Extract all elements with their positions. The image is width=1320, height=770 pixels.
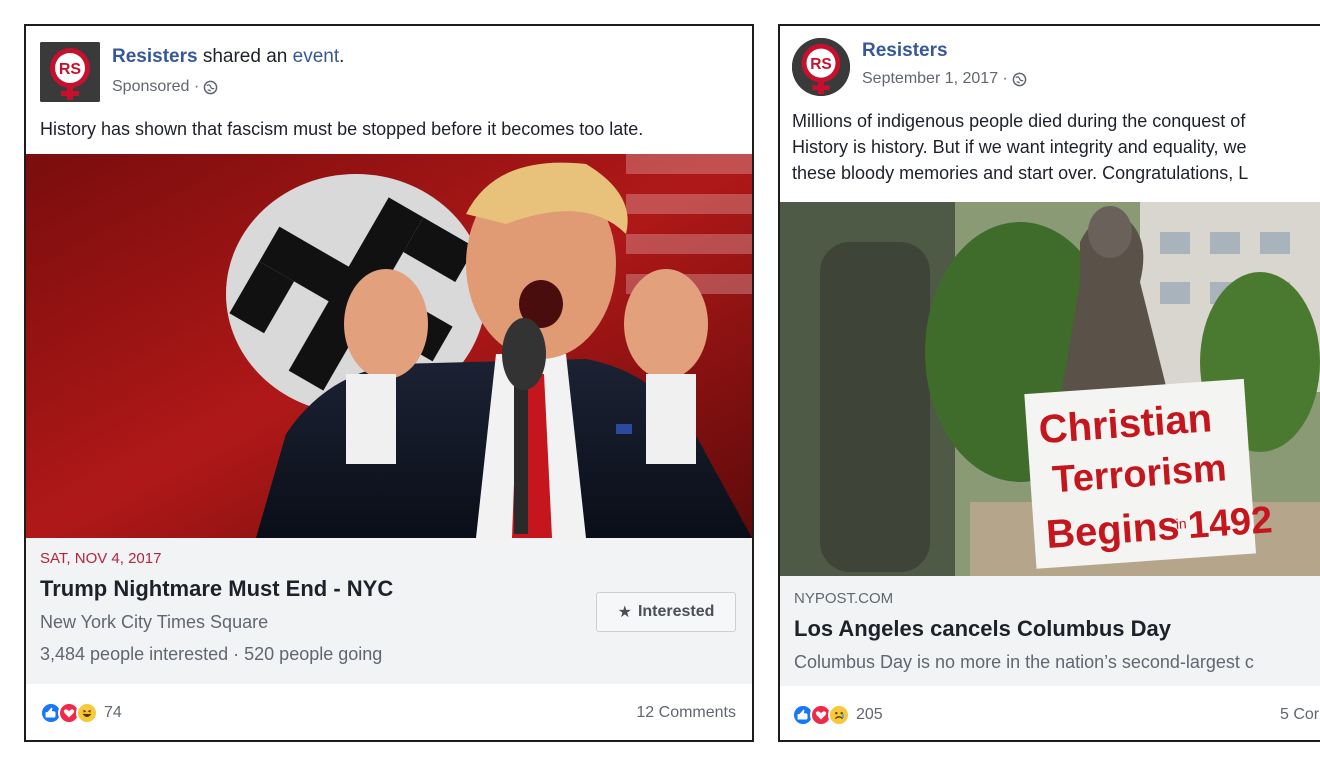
link-photo: Christian Terrorism Begins in 1492 — [780, 202, 1320, 576]
event-title[interactable]: Trump Nightmare Must End - NYC — [40, 576, 393, 602]
post-text-line: History is history. But if we want integ… — [792, 137, 1247, 157]
event-stats: 3,484 people interested · 520 people goi… — [40, 644, 383, 664]
comments-link[interactable]: 5 Cor — [1280, 706, 1319, 724]
post-footer: 205 5 Cor — [780, 686, 1320, 740]
post-text-line: History has shown that fascism must be s… — [40, 119, 644, 139]
event-photo — [26, 154, 752, 538]
avatar-logo-text: RS — [810, 56, 831, 73]
post-date-link[interactable]: September 1, 2017 · — [862, 70, 1008, 88]
event-location: New York City Times Square — [40, 612, 269, 632]
post-header: Resisters shared an event. — [112, 46, 344, 68]
sponsored-label[interactable]: Sponsored · — [112, 78, 199, 96]
event-link[interactable]: event — [293, 46, 339, 67]
post-footer: 74 12 Comments — [26, 684, 752, 740]
link-card[interactable]: NYPOST.COM Los Angeles cancels Columbus … — [780, 576, 1320, 686]
post-meta: September 1, 2017 · — [862, 70, 1027, 88]
post-text: Millions of indigenous people died durin… — [792, 108, 1248, 186]
event-card[interactable]: SAT, NOV 4, 2017 Trump Nightmare Must En… — [26, 538, 752, 684]
link-image[interactable]: Christian Terrorism Begins in 1492 — [780, 202, 1320, 576]
post-meta: Sponsored · — [112, 78, 218, 96]
page-avatar[interactable]: RS — [40, 42, 100, 102]
avatar-logo-text: RS — [59, 61, 82, 78]
link-share-post: RS Resisters September 1, 2017 · Million… — [778, 24, 1320, 742]
interested-button[interactable]: ★ Interested — [596, 592, 736, 632]
sign-word: in — [1175, 515, 1187, 532]
page-avatar[interactable]: RS — [792, 38, 850, 96]
post-text-line: Millions of indigenous people died durin… — [792, 111, 1246, 131]
sign-word: Begins — [1045, 504, 1181, 557]
link-description: Columbus Day is no more in the nation’s … — [794, 652, 1254, 672]
reaction-count: 205 — [856, 706, 883, 723]
interested-label: Interested — [637, 603, 715, 620]
sponsored-event-post: RS Resisters shared an event. Sponsored … — [24, 24, 754, 742]
globe-icon — [1012, 72, 1027, 87]
comments-link[interactable]: 12 Comments — [636, 704, 736, 722]
event-image[interactable] — [26, 154, 752, 538]
link-domain: NYPOST.COM — [794, 590, 894, 607]
header-text: shared an — [197, 46, 293, 67]
post-text: History has shown that fascism must be s… — [40, 116, 643, 142]
sad-icon — [828, 704, 850, 726]
reactions-summary[interactable]: 74 — [40, 702, 122, 724]
post-header: Resisters — [862, 40, 948, 62]
header-end: . — [339, 46, 345, 67]
reaction-count: 74 — [104, 704, 122, 721]
haha-icon — [76, 702, 98, 724]
event-date: SAT, NOV 4, 2017 — [40, 550, 162, 567]
globe-icon — [203, 80, 218, 95]
post-text-line: these bloody memories and start over. Co… — [792, 163, 1249, 183]
star-icon: ★ — [617, 604, 632, 621]
reactions-summary[interactable]: 205 — [792, 704, 883, 726]
sign-word: 1492 — [1186, 499, 1273, 547]
page-name-link[interactable]: Resisters — [862, 40, 948, 61]
page-name-link[interactable]: Resisters — [112, 46, 198, 67]
link-title[interactable]: Los Angeles cancels Columbus Day — [794, 616, 1171, 642]
